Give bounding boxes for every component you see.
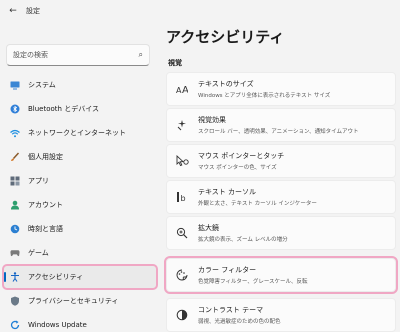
sidebar-item-gaming[interactable]: ゲーム (4, 242, 156, 264)
card-title: コントラスト テーマ (198, 306, 264, 314)
sidebar-item-privacy[interactable]: プライバシーとセキュリティ (4, 290, 156, 312)
sidebar-item-label: 時刻と言語 (28, 225, 63, 233)
apps-icon (10, 176, 20, 186)
sidebar-item-label: アプリ (28, 177, 49, 185)
back-arrow-icon[interactable]: ← (6, 4, 20, 18)
card-description: スクロール バー、透明効果、アニメーション、通知タイムアウト (198, 129, 359, 135)
card-description: 弱視、光過敏症のための色の配色 (198, 319, 281, 325)
mouse-pointer-icon (175, 154, 189, 168)
card-description: 外観と太さ、テキスト カーソル インジケーター (198, 201, 317, 207)
search-box[interactable]: ⌕ (6, 44, 150, 66)
sidebar-item-apps[interactable]: アプリ (4, 170, 156, 192)
card-title: テキスト カーソル (198, 188, 257, 196)
search-input[interactable] (13, 51, 139, 59)
contrast-icon (175, 308, 189, 322)
bluetooth-icon (10, 104, 20, 114)
card-description: 色覚障害フィルター、グレースケール、反転 (198, 279, 308, 285)
gamepad-icon (10, 248, 20, 258)
sidebar-item-label: 個人用設定 (28, 153, 63, 161)
svg-text:A: A (182, 85, 188, 94)
sidebar-item-personalization[interactable]: 個人用設定 (4, 146, 156, 168)
sidebar-item-network[interactable]: ネットワークとインターネット (4, 122, 156, 144)
main-content: アクセシビリティ 視覚 AA テキストのサイズ Windows とアプリ全体に表… (164, 22, 400, 332)
card-description: マウス ポインターの色、サイズ (198, 165, 277, 171)
setting-card-text-cursor[interactable]: b テキスト カーソル 外観と太さ、テキスト カーソル インジケーター (166, 180, 396, 214)
sidebar-item-time-language[interactable]: 時刻と言語 (4, 218, 156, 240)
sidebar-item-label: アカウント (28, 201, 63, 209)
sidebar-nav: システム Bluetooth とデバイス ネットワークとインターネット 個人用設… (2, 74, 158, 332)
sidebar-item-label: Bluetooth とデバイス (28, 105, 99, 113)
sidebar-item-label: システム (28, 81, 56, 89)
setting-card-color-filter[interactable]: カラー フィルター 色覚障害フィルター、グレースケール、反転 (164, 256, 398, 294)
section-label-vision: 視覚 (168, 59, 182, 67)
account-icon (10, 200, 20, 210)
title-bar: ← 設定 (0, 0, 400, 22)
card-description: Windows とアプリ全体に表示されるテキスト サイズ (198, 93, 331, 99)
sidebar-item-accessibility[interactable]: アクセシビリティ (2, 264, 158, 290)
sidebar-item-accounts[interactable]: アカウント (4, 194, 156, 216)
card-title: 視覚効果 (198, 116, 226, 124)
sidebar-item-label: アクセシビリティ (28, 273, 84, 281)
page-title: アクセシビリティ (166, 28, 285, 46)
text-size-icon: AA (175, 82, 189, 96)
card-title: マウス ポインターとタッチ (198, 152, 285, 160)
sidebar-item-label: プライバシーとセキュリティ (28, 297, 119, 305)
search-icon[interactable]: ⌕ (139, 50, 143, 60)
app-title: 設定 (26, 7, 40, 15)
magnifier-icon (175, 226, 189, 240)
visual-effects-icon (175, 118, 189, 132)
brush-icon (10, 152, 20, 162)
color-filter-icon (175, 268, 189, 282)
setting-card-contrast-themes[interactable]: コントラスト テーマ 弱視、光過敏症のための色の配色 (166, 298, 396, 332)
setting-card-text-size[interactable]: AA テキストのサイズ Windows とアプリ全体に表示されるテキスト サイズ (166, 72, 396, 106)
setting-card-mouse-pointer[interactable]: マウス ポインターとタッチ マウス ポインターの色、サイズ (166, 144, 396, 178)
card-title: 拡大鏡 (198, 224, 219, 232)
update-icon (10, 320, 20, 330)
svg-text:b: b (181, 194, 186, 203)
clock-globe-icon (10, 224, 20, 234)
sidebar-item-windows-update[interactable]: Windows Update (4, 314, 156, 332)
sidebar-item-label: ゲーム (28, 249, 49, 257)
accessibility-icon (10, 272, 20, 282)
monitor-icon (10, 80, 20, 90)
sidebar-item-system[interactable]: システム (4, 74, 156, 96)
card-title: テキストのサイズ (198, 80, 254, 88)
wifi-icon (10, 128, 20, 138)
text-cursor-icon: b (175, 190, 189, 204)
sidebar-item-label: ネットワークとインターネット (28, 129, 126, 137)
sidebar-item-bluetooth[interactable]: Bluetooth とデバイス (4, 98, 156, 120)
card-title: カラー フィルター (198, 266, 257, 274)
card-description: 拡大鏡の表示、ズーム レベルの増分 (198, 237, 288, 243)
shield-icon (10, 296, 20, 306)
setting-card-visual-effects[interactable]: 視覚効果 スクロール バー、透明効果、アニメーション、通知タイムアウト (166, 108, 396, 142)
setting-card-magnifier[interactable]: 拡大鏡 拡大鏡の表示、ズーム レベルの増分 (166, 216, 396, 250)
sidebar-item-label: Windows Update (28, 321, 87, 329)
